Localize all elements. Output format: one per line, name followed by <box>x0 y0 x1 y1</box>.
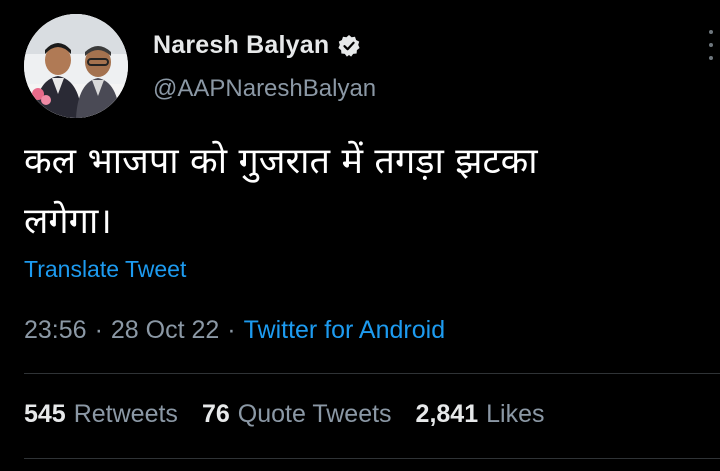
likes-stat[interactable]: 2,841 Likes <box>416 400 545 429</box>
avatar[interactable] <box>24 14 128 118</box>
more-options-icon[interactable] <box>706 30 716 60</box>
quote-tweets-label: Quote Tweets <box>237 400 392 428</box>
meta-separator: · <box>227 316 236 344</box>
tweet-stats: 545 Retweets 76 Quote Tweets 2,841 Likes <box>24 400 544 429</box>
retweets-stat[interactable]: 545 Retweets <box>24 400 178 429</box>
author-handle[interactable]: @AAPNareshBalyan <box>153 75 376 103</box>
translate-tweet-link[interactable]: Translate Tweet <box>24 256 186 283</box>
tweet-date[interactable]: 28 Oct 22 <box>111 316 219 345</box>
likes-count: 2,841 <box>415 400 479 428</box>
tweet-text-line: लगेगा। <box>24 201 112 242</box>
dot <box>709 56 713 60</box>
dot <box>709 30 713 34</box>
divider <box>24 373 720 374</box>
likes-label: Likes <box>486 400 545 428</box>
profile-photo-icon <box>24 14 128 118</box>
quote-tweets-stat[interactable]: 76 Quote Tweets <box>202 400 392 429</box>
tweet-text: कल भाजपा को गुजरात में तगड़ा झटका लगेगा। <box>24 132 684 252</box>
divider <box>24 458 720 459</box>
meta-separator: · <box>94 316 103 344</box>
quote-tweets-count: 76 <box>201 400 230 428</box>
tweet-meta: 23:56 · 28 Oct 22 · Twitter for Android <box>24 316 445 345</box>
author-display-name[interactable]: Naresh Balyan <box>153 31 329 60</box>
tweet-text-line: कल भाजपा को गुजरात में तगड़ा झटका <box>24 141 538 182</box>
retweets-label: Retweets <box>73 400 178 428</box>
dot <box>709 43 713 47</box>
author-name-row[interactable]: Naresh Balyan <box>153 31 361 60</box>
tweet-source-link[interactable]: Twitter for Android <box>244 316 445 345</box>
verified-badge-icon <box>337 34 361 58</box>
retweets-count: 545 <box>24 400 66 428</box>
tweet-time[interactable]: 23:56 <box>24 316 87 345</box>
